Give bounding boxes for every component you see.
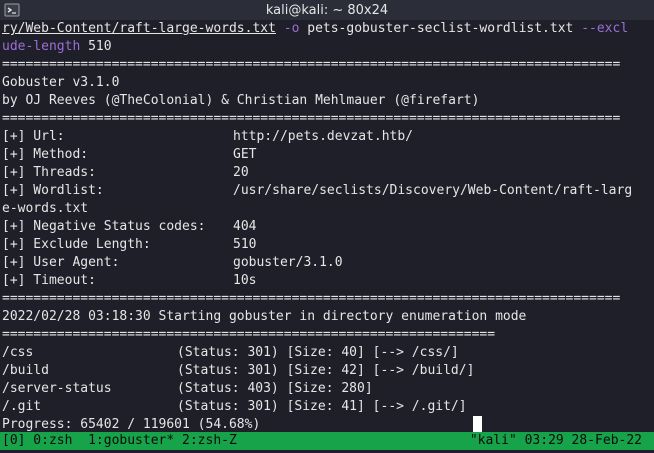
result-row: /server-status (Status: 403) [Size: 280] — [2, 380, 654, 398]
tmux-host-clock: "kali" 03:29 28-Feb-22 — [469, 433, 642, 448]
result-row: /css (Status: 301) [Size: 40] [--> /css/] — [2, 344, 654, 362]
config-label: [+] Timeout: — [2, 273, 96, 288]
result-path: /css — [2, 345, 34, 360]
title-bar: kali@kali: ~ 80x24 — [0, 0, 654, 20]
config-row: [+] Method: GET — [2, 146, 654, 164]
result-info: (Status: 301) [Size: 40] [--> /css/] — [177, 345, 459, 360]
config-value: http://pets.devzat.htb/ — [233, 129, 414, 144]
config-value: 10s — [233, 273, 257, 288]
config-row: [+] Negative Status codes: 404 — [2, 218, 654, 236]
config-list: [+] Url: http://pets.devzat.htb/ [+] Metho… — [2, 128, 654, 290]
separator-rule: ========================================… — [2, 111, 621, 126]
config-row: e-words.txt — [2, 200, 654, 218]
terminal-output[interactable]: ry/Web-Content/raft-large-words.txt -o p… — [2, 20, 654, 434]
banner-name: Gobuster v3.1.0 — [2, 75, 120, 90]
wordlist-path: ry/Web-Content/raft-large-words.txt — [2, 21, 276, 36]
exclude-value: 510 — [80, 39, 112, 54]
config-row: [+] Timeout: 10s — [2, 272, 654, 290]
window-title: kali@kali: ~ 80x24 — [265, 2, 389, 18]
config-value: 510 — [233, 237, 257, 252]
tmux-status-bar: [0] 0:zsh 1:gobuster* 2:zsh-Z "kali" 03:… — [0, 432, 654, 450]
separator-rule: ========================================… — [2, 327, 496, 342]
terminal-window: kali@kali: ~ 80x24 ry/Web-Content/raft-l… — [0, 0, 654, 453]
result-path: /server-status — [2, 381, 112, 396]
config-label: [+] Threads: — [2, 165, 96, 180]
separator-rule: ========================================… — [2, 291, 621, 306]
config-value: 20 — [233, 165, 249, 180]
config-label: [+] User Agent: — [2, 255, 120, 270]
config-label: [+] Wordlist: — [2, 183, 104, 198]
progress-text: Progress: 65402 / 119601 (54.68%) — [2, 417, 261, 432]
config-row: [+] Url: http://pets.devzat.htb/ — [2, 128, 654, 146]
config-label: e-words.txt — [2, 201, 89, 216]
output-file: pets-gobuster-seclist-wordlist.txt — [307, 21, 574, 36]
config-row: [+] User Agent: gobuster/3.1.0 — [2, 254, 654, 272]
output-flag: -o — [283, 21, 300, 36]
tmux-window-list[interactable]: [0] 0:zsh 1:gobuster* 2:zsh-Z — [2, 432, 237, 450]
start-message: 2022/02/28 03:18:30 Starting gobuster in… — [2, 309, 527, 324]
config-label: [+] Negative Status codes: — [2, 219, 206, 234]
config-row: [+] Threads: 20 — [2, 164, 654, 182]
banner-authors: by OJ Reeves (@TheColonial) & Christian … — [2, 93, 480, 108]
result-row: /.git (Status: 301) [Size: 41] [--> /.git… — [2, 398, 654, 416]
config-value: /usr/share/seclists/Discovery/Web-Conten… — [233, 183, 633, 198]
config-row: [+] Exclude Length: 510 — [2, 236, 654, 254]
exclude-flag-end: ude-length — [2, 39, 81, 54]
result-info: (Status: 301) [Size: 42] [--> /build/] — [177, 363, 475, 378]
command-line-2: ude-length 510 — [2, 38, 654, 56]
result-path: /.git — [2, 399, 42, 414]
config-label: [+] Url: — [2, 129, 65, 144]
results-list: /css (Status: 301) [Size: 40] [--> /css/]… — [2, 344, 654, 416]
command-line-1: ry/Web-Content/raft-large-words.txt -o p… — [2, 20, 654, 38]
config-label: [+] Exclude Length: — [2, 237, 151, 252]
separator-rule: ========================================… — [2, 57, 621, 72]
config-row: [+] Wordlist: /usr/share/seclists/Discove… — [2, 182, 654, 200]
config-label: [+] Method: — [2, 147, 89, 162]
config-value: gobuster/3.1.0 — [233, 255, 343, 270]
config-value: GET — [233, 147, 257, 162]
result-row: /build (Status: 301) [Size: 42] [--> /bui… — [2, 362, 654, 380]
result-info: (Status: 301) [Size: 41] [--> /.git/] — [177, 399, 467, 414]
config-value: 404 — [233, 219, 257, 234]
terminal-icon — [4, 3, 20, 17]
result-path: /build — [2, 363, 49, 378]
result-info: (Status: 403) [Size: 280] — [177, 381, 373, 396]
exclude-flag-start: --excl — [581, 21, 629, 36]
terminal-cursor — [473, 416, 482, 433]
